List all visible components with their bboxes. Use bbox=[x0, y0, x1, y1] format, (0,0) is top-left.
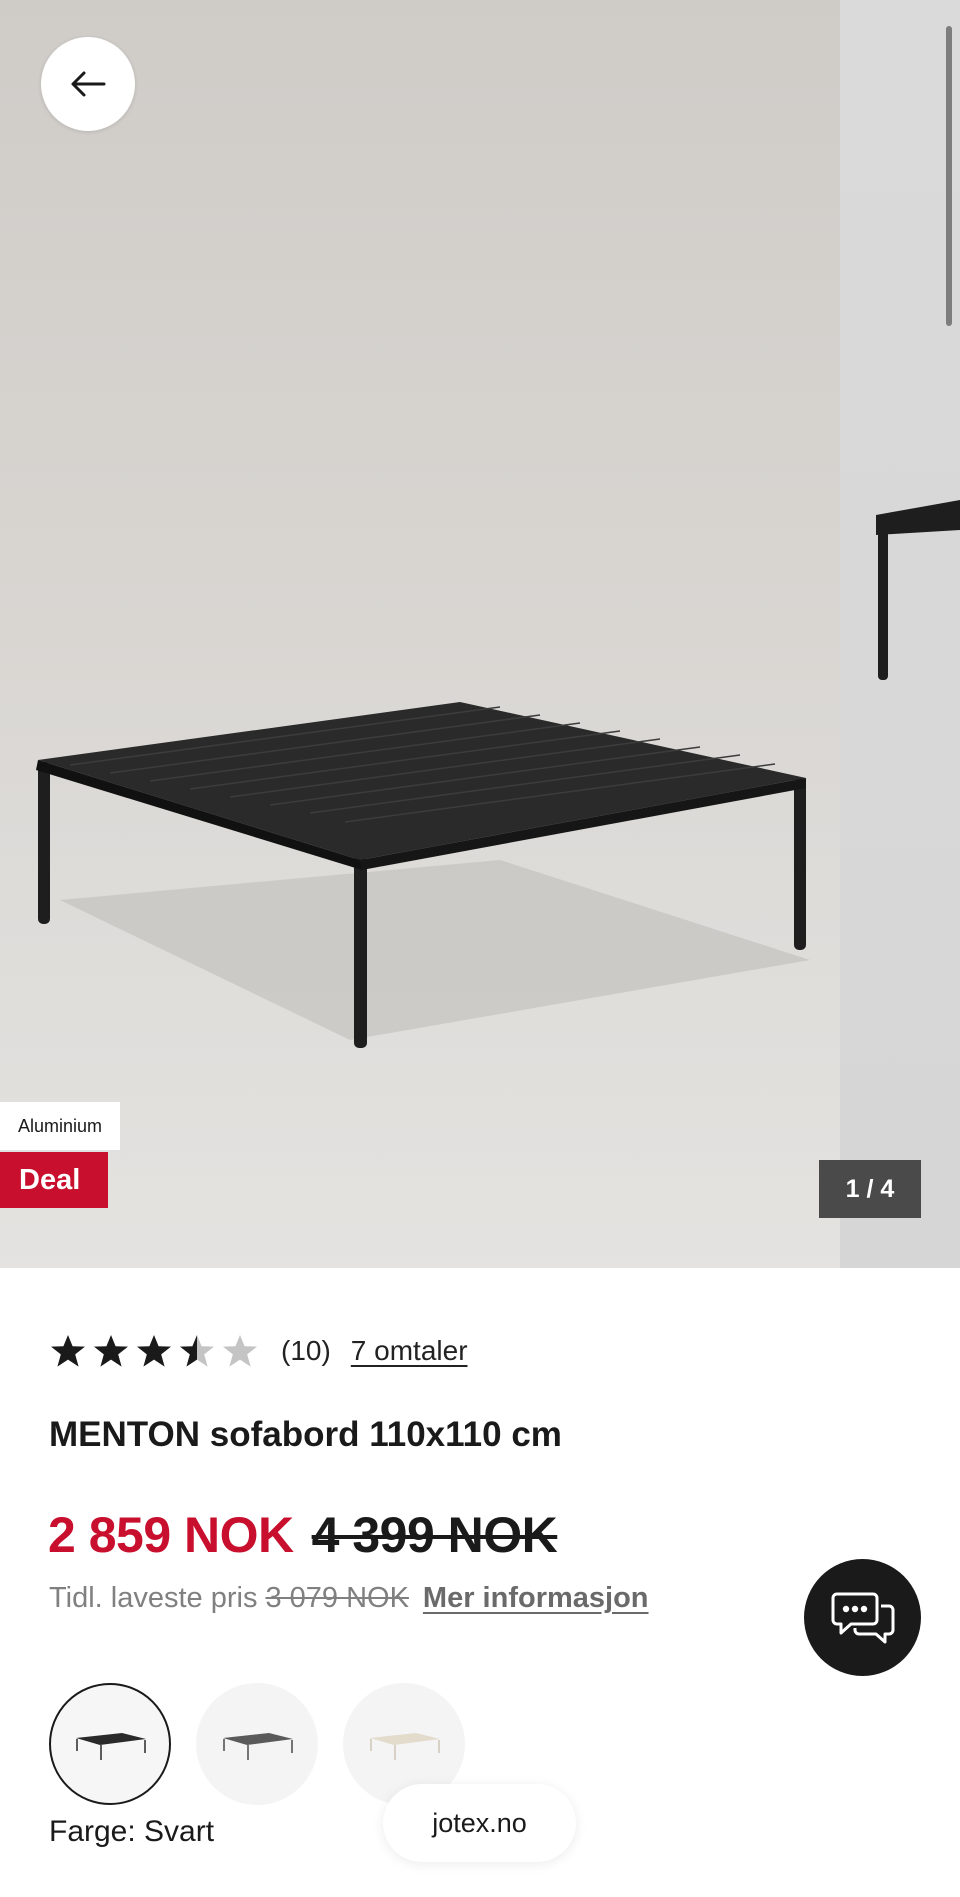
arrow-left-icon bbox=[71, 71, 106, 97]
coffee-table-photo bbox=[0, 702, 840, 1268]
more-info-link[interactable]: Mer informasjon bbox=[423, 1582, 649, 1615]
deal-badge: Deal bbox=[0, 1152, 108, 1208]
star-icon bbox=[223, 1335, 257, 1367]
lowest-price-value: 3 079 NOK bbox=[265, 1582, 409, 1614]
material-tag: Aluminium bbox=[0, 1102, 121, 1150]
product-title: MENTON sofabord 110x110 cm bbox=[49, 1415, 562, 1454]
back-button[interactable] bbox=[41, 37, 135, 131]
star-icon bbox=[51, 1335, 85, 1367]
coffee-table-photo-2 bbox=[876, 500, 960, 680]
star-icon bbox=[137, 1335, 171, 1367]
star-icon bbox=[180, 1335, 214, 1367]
page-scrollbar[interactable] bbox=[946, 26, 952, 326]
product-image-gallery[interactable]: Aluminium Deal 1 / 4 bbox=[0, 0, 960, 1268]
table-thumbnail-beige bbox=[370, 1733, 440, 1760]
table-thumbnail-black bbox=[76, 1733, 146, 1760]
original-price: 4 399 NOK bbox=[311, 1507, 558, 1563]
star-icon bbox=[94, 1335, 128, 1367]
chat-bubbles-icon bbox=[831, 1592, 894, 1643]
price-block: 2 859 NOK 4 399 NOK bbox=[48, 1505, 558, 1565]
selected-color-label: Farge: Svart bbox=[49, 1815, 215, 1848]
lowest-price-label: Tidl. laveste pris bbox=[49, 1582, 258, 1614]
table-thumbnail-grey bbox=[223, 1733, 293, 1760]
product-rating[interactable]: (10) 7 omtaler bbox=[49, 1328, 468, 1374]
lowest-price-info: Tidl. laveste pris 3 079 NOK Mer informa… bbox=[49, 1582, 649, 1615]
reviews-link[interactable]: 7 omtaler bbox=[351, 1335, 468, 1367]
chat-button[interactable] bbox=[804, 1559, 921, 1676]
color-swatch-grey[interactable] bbox=[196, 1683, 318, 1805]
product-image-next-peek[interactable] bbox=[840, 0, 960, 1268]
rating-stars bbox=[49, 1333, 259, 1369]
rating-count: (10) bbox=[281, 1335, 331, 1366]
product-image-main[interactable] bbox=[0, 0, 840, 1268]
image-counter: 1 / 4 bbox=[819, 1160, 921, 1218]
current-price: 2 859 NOK bbox=[48, 1507, 294, 1563]
browser-domain-pill[interactable]: jotex.no bbox=[383, 1784, 576, 1862]
color-swatch-black[interactable] bbox=[49, 1683, 171, 1805]
